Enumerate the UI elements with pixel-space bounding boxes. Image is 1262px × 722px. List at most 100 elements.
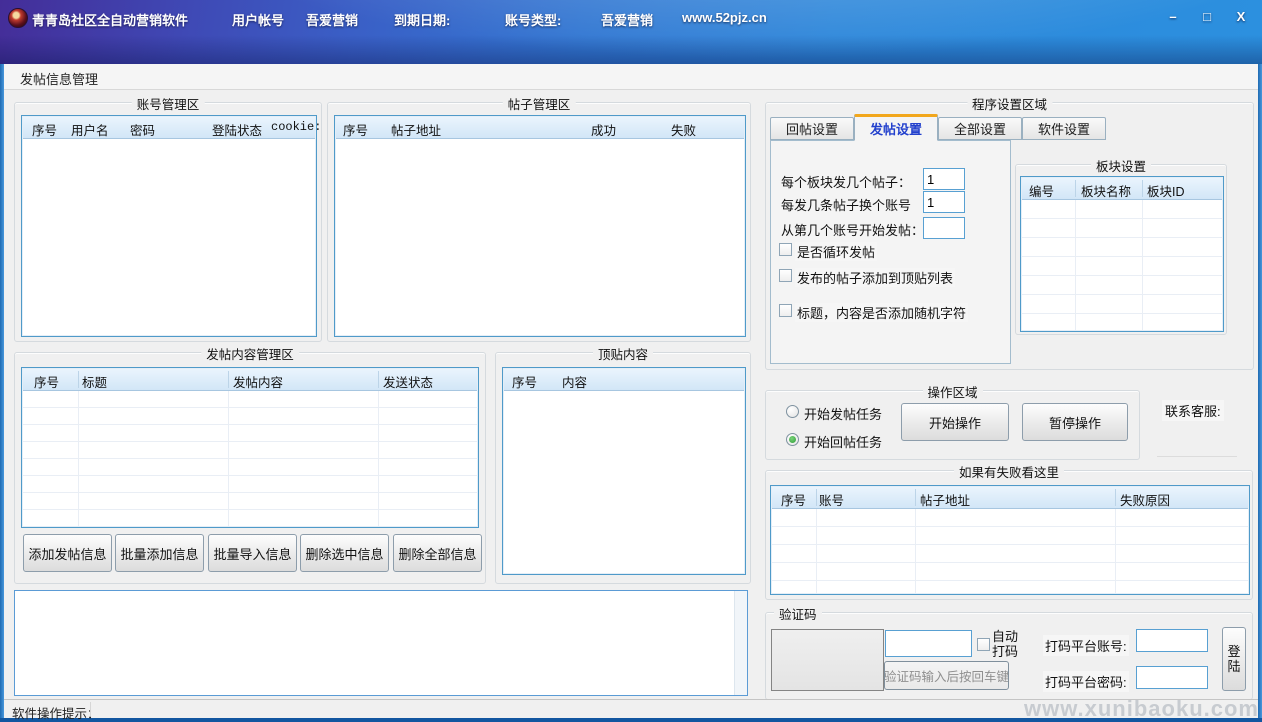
add-post-info-button[interactable]: 添加发帖信息 (23, 534, 112, 572)
start-account-label: 从第几个账号开始发帖： (781, 220, 924, 239)
posts-per-board-input[interactable] (923, 168, 965, 190)
board-settings-title: 板块设置 (1091, 156, 1151, 175)
board-table-body[interactable] (1022, 200, 1222, 330)
post-table[interactable]: 序号 帖子地址 成功 失败 (334, 115, 746, 337)
captcha-platform-password-label: 打码平台密码: (1043, 671, 1129, 692)
app-icon (8, 8, 28, 28)
column-header: 序号 (32, 120, 57, 139)
column-header: 序号 (34, 372, 59, 391)
start-post-task-radio[interactable] (786, 405, 799, 418)
captcha-input[interactable] (885, 630, 972, 657)
account-table[interactable]: 序号 用户名 密码 登陆状态 cookie: (21, 115, 317, 337)
batch-add-info-button[interactable]: 批量添加信息 (115, 534, 204, 572)
operation-title: 操作区域 (922, 382, 982, 401)
random-chars-label: 标题，内容是否添加随机字符 (795, 303, 968, 322)
column-header: 帖子地址 (391, 120, 441, 139)
post-management-groupbox: 帖子管理区 序号 帖子地址 成功 失败 (327, 102, 751, 342)
column-header: 账号 (819, 490, 844, 509)
contact-divider (1157, 456, 1237, 457)
column-header: 登陆状态 (212, 120, 262, 139)
start-reply-task-label[interactable]: 开始回帖任务 (804, 432, 882, 451)
column-header: 序号 (343, 120, 368, 139)
start-account-input[interactable] (923, 217, 965, 239)
captcha-enter-hint-button[interactable]: 验证码输入后按回车键 (884, 661, 1009, 690)
column-header: 帖子地址 (920, 490, 970, 509)
captcha-groupbox: 验证码 自动 打码 验证码输入后按回车键 打码平台账号: 打码平台密码: 登 陆 (765, 612, 1253, 700)
tab-software-settings[interactable]: 软件设置 (1022, 117, 1106, 140)
post-table-body[interactable] (336, 139, 744, 335)
maximize-icon[interactable]: □ (1194, 6, 1220, 26)
column-header: 成功 (591, 120, 616, 139)
post-content-table-body[interactable] (23, 391, 477, 526)
captcha-image (771, 629, 884, 691)
contact-support-label: 联系客服: (1162, 400, 1224, 421)
start-operation-button[interactable]: 开始操作 (901, 403, 1009, 441)
failures-title: 如果有失败看这里 (954, 462, 1064, 481)
operation-groupbox: 操作区域 开始发帖任务 开始回帖任务 开始操作 暂停操作 (765, 390, 1140, 460)
column-header: 密码 (130, 120, 155, 139)
top-post-table-header: 序号 内容 (504, 369, 744, 391)
posts-per-board-label: 每个板块发几个帖子： (781, 172, 911, 191)
tab-all-settings[interactable]: 全部设置 (938, 117, 1022, 140)
batch-import-info-button[interactable]: 批量导入信息 (208, 534, 297, 572)
start-post-task-label[interactable]: 开始发帖任务 (804, 404, 882, 423)
account-table-body[interactable] (23, 139, 315, 335)
loop-post-label: 是否循环发帖 (795, 242, 877, 261)
posts-per-account-label: 每发几条帖子换个账号 (781, 195, 911, 214)
post-content-table[interactable]: 序号 标题 发帖内容 发送状态 (21, 367, 479, 528)
minimize-icon[interactable]: – (1160, 6, 1186, 26)
titlebar: 青青岛社区全自动营销软件 用户帐号 吾爱营销 到期日期: 账号类型: 吾爱营销 … (0, 0, 1262, 64)
column-header: 序号 (512, 372, 537, 391)
failures-table[interactable]: 序号 账号 帖子地址 失败原因 (770, 485, 1250, 595)
status-tip-label: 软件操作提示： (12, 703, 100, 722)
posts-per-account-input[interactable] (923, 191, 965, 213)
titlebar-user-label: 用户帐号 (232, 10, 284, 29)
delete-selected-info-button[interactable]: 删除选中信息 (300, 534, 389, 572)
random-chars-checkbox[interactable] (779, 304, 792, 317)
top-post-title: 顶贴内容 (593, 344, 653, 363)
login-button-line2: 陆 (1227, 659, 1240, 674)
failures-table-body[interactable] (772, 509, 1248, 593)
column-header: 失败原因 (1120, 490, 1170, 509)
loop-post-checkbox[interactable] (779, 243, 792, 256)
tab-post-info-management[interactable]: 发帖信息管理 (14, 69, 104, 88)
window-border-right (1258, 64, 1262, 722)
board-table[interactable]: 编号 板块名称 板块ID (1020, 176, 1224, 332)
column-header: 板块ID (1147, 181, 1185, 200)
post-content-title: 发帖内容管理区 (201, 344, 299, 363)
titlebar-user-value: 吾爱营销 (306, 10, 358, 29)
app-window: 青青岛社区全自动营销软件 用户帐号 吾爱营销 到期日期: 账号类型: 吾爱营销 … (0, 0, 1262, 722)
column-header: 内容 (562, 372, 587, 391)
column-header: 标题 (82, 372, 107, 391)
login-button-line1: 登 (1227, 644, 1240, 659)
log-scrollbar[interactable] (734, 591, 747, 695)
failures-table-header: 序号 账号 帖子地址 失败原因 (772, 487, 1248, 509)
delete-all-info-button[interactable]: 删除全部信息 (393, 534, 482, 572)
app-title: 青青岛社区全自动营销软件 (32, 10, 188, 29)
add-to-top-list-checkbox[interactable] (779, 269, 792, 282)
tab-reply-settings[interactable]: 回帖设置 (770, 117, 854, 140)
captcha-platform-password-input[interactable] (1136, 666, 1208, 689)
top-post-table-body[interactable] (504, 391, 744, 573)
menubar: 发帖信息管理 (4, 64, 1258, 90)
column-header: 失败 (671, 120, 696, 139)
tab-post-settings[interactable]: 发帖设置 (854, 114, 938, 141)
post-settings-tabpage: 每个板块发几个帖子： 每发几条帖子换个账号 从第几个账号开始发帖： 是否循环发帖… (770, 140, 1011, 364)
board-table-header: 编号 板块名称 板块ID (1022, 178, 1222, 200)
close-icon[interactable]: X (1228, 6, 1254, 26)
start-reply-task-radio[interactable] (786, 433, 799, 446)
auto-captcha-label: 自动 打码 (992, 629, 1018, 659)
account-management-title: 账号管理区 (132, 94, 205, 113)
watermark-text: www.xunibaoku.com (1024, 696, 1259, 722)
post-content-table-header: 序号 标题 发帖内容 发送状态 (23, 369, 477, 391)
auto-captcha-checkbox[interactable] (977, 638, 990, 651)
login-button[interactable]: 登 陆 (1222, 627, 1246, 691)
board-settings-groupbox: 板块设置 编号 板块名称 板块ID (1015, 164, 1227, 335)
pause-operation-button[interactable]: 暂停操作 (1022, 403, 1128, 441)
titlebar-account-type-label: 账号类型: (505, 10, 561, 29)
top-post-table[interactable]: 序号 内容 (502, 367, 746, 575)
program-settings-title: 程序设置区域 (967, 94, 1052, 113)
log-textbox[interactable] (14, 590, 748, 696)
captcha-platform-account-input[interactable] (1136, 629, 1208, 652)
post-table-header: 序号 帖子地址 成功 失败 (336, 117, 744, 139)
